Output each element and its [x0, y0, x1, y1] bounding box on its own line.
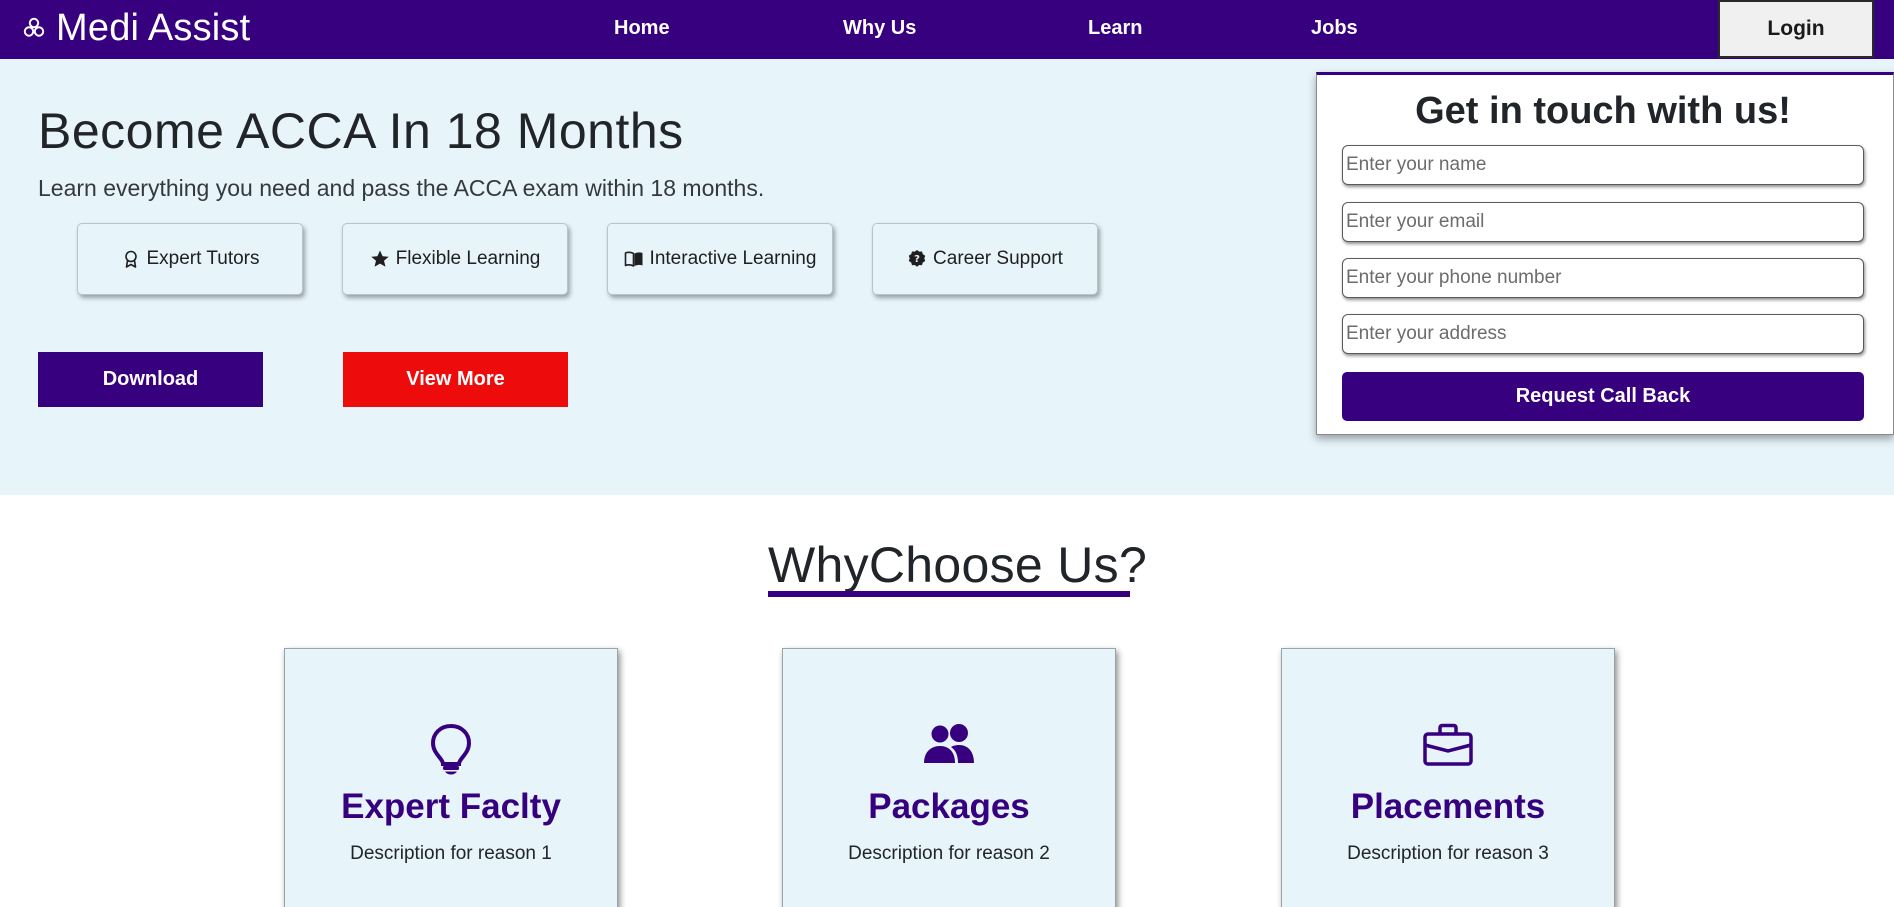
- feature-expert-tutors[interactable]: Expert Tutors: [77, 223, 303, 295]
- hero-title: Become ACCA In 18 Months: [38, 103, 684, 159]
- briefcase-icon: [1423, 723, 1473, 766]
- nav-link-why-us[interactable]: Why Us: [843, 17, 916, 40]
- download-button[interactable]: Download: [38, 352, 263, 407]
- request-call-back-button[interactable]: Request Call Back: [1342, 372, 1864, 421]
- card-description: Description for reason 3: [1347, 843, 1549, 864]
- nav-link-jobs[interactable]: Jobs: [1311, 17, 1358, 40]
- star-icon: [370, 250, 389, 267]
- why-card-packages: Packages Description for reason 2: [782, 648, 1116, 907]
- card-title: Placements: [1350, 787, 1546, 826]
- title-underline: [768, 591, 1130, 597]
- phone-field[interactable]: [1342, 258, 1864, 298]
- feature-label: Expert Tutors: [146, 248, 260, 269]
- why-section-title: WhyChoose Us?: [768, 537, 1148, 593]
- question-badge-icon: ?: [908, 250, 926, 267]
- card-title: Expert Faclty: [341, 787, 561, 826]
- email-field[interactable]: [1342, 202, 1864, 242]
- address-field[interactable]: [1342, 314, 1864, 354]
- svg-text:?: ?: [914, 254, 920, 265]
- brand-logo-icon: [23, 17, 45, 37]
- feature-label: Interactive Learning: [649, 248, 817, 269]
- feature-label: Flexible Learning: [395, 248, 541, 269]
- card-description: Description for reason 1: [350, 843, 552, 864]
- feature-interactive-learning[interactable]: Interactive Learning: [607, 223, 833, 295]
- nav-link-learn[interactable]: Learn: [1088, 17, 1142, 40]
- award-icon: [124, 250, 137, 268]
- feature-career-support[interactable]: ? Career Support: [872, 223, 1098, 295]
- book-icon: [624, 251, 643, 267]
- navbar: Medi Assist Home Why Us Learn Jobs Login: [0, 0, 1894, 59]
- card-title: Packages: [868, 787, 1030, 826]
- why-card-placements: Placements Description for reason 3: [1281, 648, 1615, 907]
- hero-subtitle: Learn everything you need and pass the A…: [38, 175, 765, 201]
- people-icon: [924, 724, 974, 763]
- feature-flexible-learning[interactable]: Flexible Learning: [342, 223, 568, 295]
- contact-title: Get in touch with us!: [1415, 90, 1791, 132]
- view-more-button[interactable]: View More: [343, 352, 568, 407]
- brand-name: Medi Assist: [56, 6, 251, 49]
- contact-form-card: Get in touch with us! Request Call Back: [1316, 72, 1894, 435]
- nav-link-home[interactable]: Home: [614, 17, 670, 40]
- brand[interactable]: Medi Assist: [22, 4, 250, 52]
- card-description: Description for reason 2: [848, 843, 1050, 864]
- name-field[interactable]: [1342, 145, 1864, 185]
- login-button[interactable]: Login: [1718, 0, 1874, 58]
- why-card-expert-faculty: Expert Faclty Description for reason 1: [284, 648, 618, 907]
- feature-label: Career Support: [933, 248, 1063, 269]
- lightbulb-icon: [430, 723, 472, 775]
